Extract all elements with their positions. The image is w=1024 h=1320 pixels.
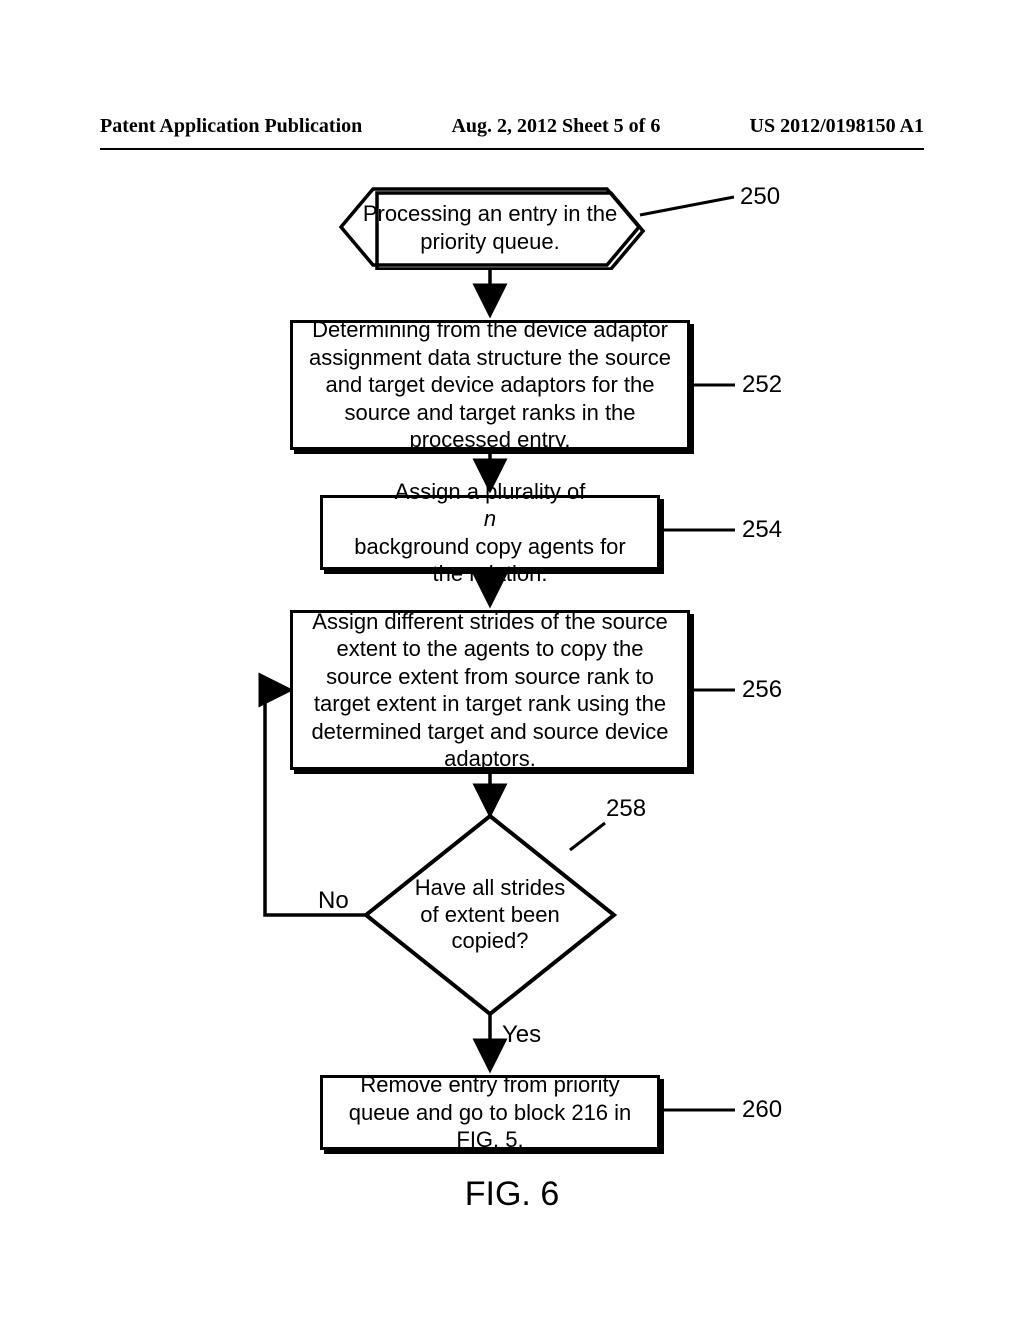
ref-label-254: 254 (742, 516, 782, 544)
header-mid: Aug. 2, 2012 Sheet 5 of 6 (362, 115, 749, 138)
flow-node-254: Assign a plurality of n background copy … (320, 495, 660, 570)
flow-node-252: Determining from the device adaptor assi… (290, 320, 690, 450)
flow-node-260-text: Remove entry from priority queue and go … (339, 1071, 641, 1154)
flow-node-258-text: Have all strides of extent been copied? (360, 810, 620, 1020)
header-right: US 2012/0198150 A1 (750, 115, 924, 138)
flow-node-258: Have all strides of extent been copied? (360, 810, 620, 1020)
header-rule (100, 148, 924, 150)
ref-label-252: 252 (742, 371, 782, 399)
ref-label-260: 260 (742, 1096, 782, 1124)
page-header: Patent Application Publication Aug. 2, 2… (100, 115, 924, 138)
flow-node-256: Assign different strides of the source e… (290, 610, 690, 770)
flow-node-254-text: Assign a plurality of n background copy … (339, 478, 641, 588)
flow-node-260: Remove entry from priority queue and go … (320, 1075, 660, 1150)
flow-node-252-text: Determining from the device adaptor assi… (309, 316, 671, 454)
flow-node-250-text: Processing an entry in the priority queu… (335, 200, 645, 255)
ref-label-250: 250 (740, 183, 780, 211)
figure-caption: FIG. 6 (0, 1175, 1024, 1214)
flowchart-canvas: Processing an entry in the priority queu… (0, 175, 1024, 1225)
header-left: Patent Application Publication (100, 115, 362, 138)
flow-node-250: Processing an entry in the priority queu… (335, 185, 645, 270)
decision-yes-label: Yes (502, 1021, 541, 1049)
ref-label-256: 256 (742, 676, 782, 704)
flow-node-256-text: Assign different strides of the source e… (309, 608, 671, 773)
decision-no-label: No (318, 887, 349, 915)
